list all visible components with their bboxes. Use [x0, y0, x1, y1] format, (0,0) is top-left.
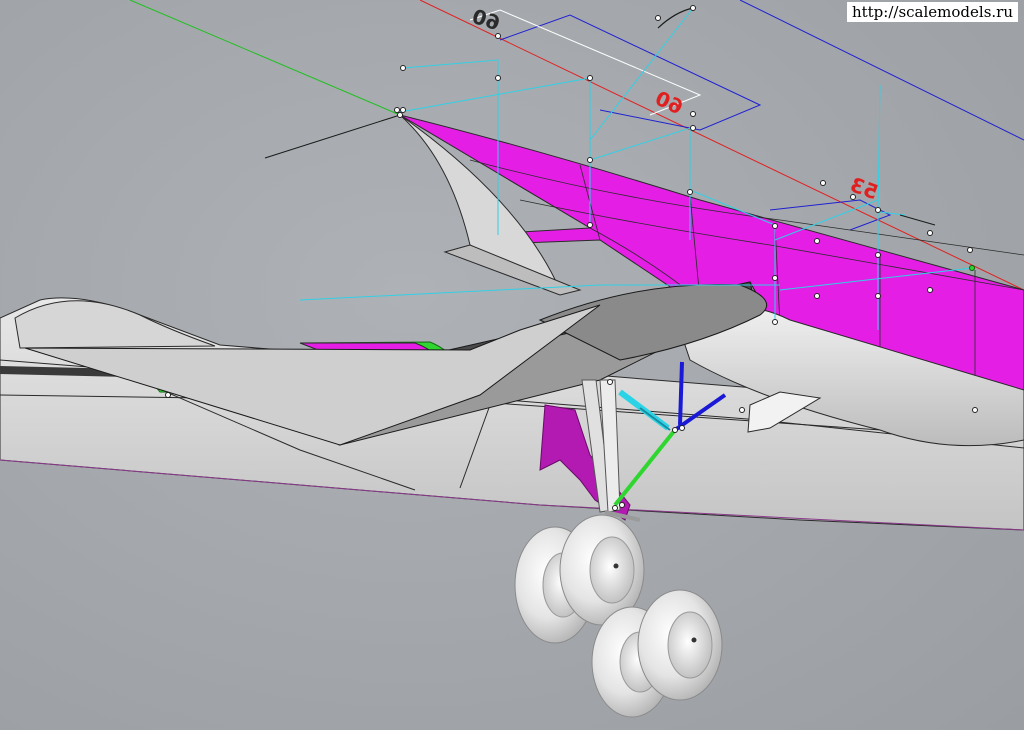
cad-viewport[interactable]: 60 60 53 http://scalemodels.ru [0, 0, 1024, 730]
wing-fairing [14, 300, 216, 349]
leader-line [264, 114, 401, 159]
hub-center-dot [613, 563, 619, 569]
blue-frame [499, 14, 762, 131]
arc-leader [657, 7, 694, 29]
dimension-label-1: 60 [469, 4, 503, 35]
scene-canvas[interactable]: 60 60 53 [0, 0, 1024, 730]
side-brace-blue-2 [678, 361, 684, 426]
watermark-label: http://scalemodels.ru [846, 2, 1018, 22]
green-control-point[interactable] [969, 265, 975, 271]
hub-center-dot [691, 637, 697, 643]
leader-line-2 [899, 214, 936, 226]
axis-green-line [129, 0, 401, 116]
dimension-label-2: 60 [651, 86, 686, 120]
wheel-front-right [637, 589, 723, 701]
